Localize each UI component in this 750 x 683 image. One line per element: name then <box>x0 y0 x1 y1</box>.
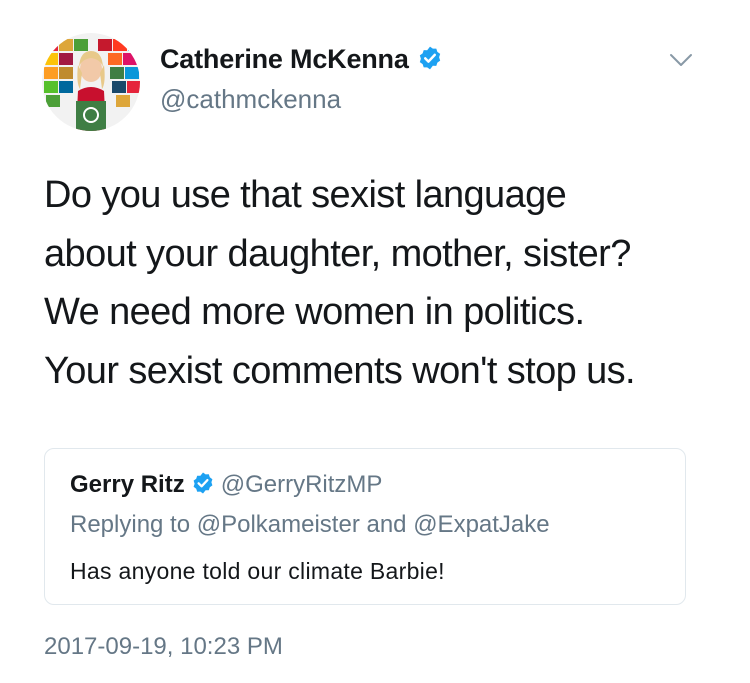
avatar[interactable] <box>42 33 140 131</box>
verified-badge-icon <box>191 471 215 502</box>
quoted-author-name: Gerry Ritz <box>70 471 185 498</box>
tweet-card: Catherine McKenna @cathmckenna Do you us… <box>0 0 750 683</box>
chevron-down-icon[interactable] <box>669 51 693 69</box>
quoted-author-row: Gerry Ritz @GerryRitzMP <box>70 471 382 502</box>
author-display-name[interactable]: Catherine McKenna <box>160 44 443 78</box>
tweet-timestamp[interactable]: 2017-09-19, 10:23 PM <box>44 633 283 661</box>
tweet-text: Do you use that sexist language about yo… <box>44 174 636 392</box>
quoted-reply-context: Replying to @Polkameister and @ExpatJake <box>70 511 550 538</box>
quoted-author-handle: @GerryRitzMP <box>220 471 383 498</box>
quoted-tweet[interactable]: Gerry Ritz @GerryRitzMP Replying to @Polk… <box>44 448 686 605</box>
verified-badge-icon <box>417 45 443 78</box>
author-name-text: Catherine McKenna <box>160 44 409 74</box>
author-handle[interactable]: @cathmckenna <box>160 84 341 115</box>
quoted-tweet-text: Has anyone told our climate Barbie! <box>70 558 445 584</box>
